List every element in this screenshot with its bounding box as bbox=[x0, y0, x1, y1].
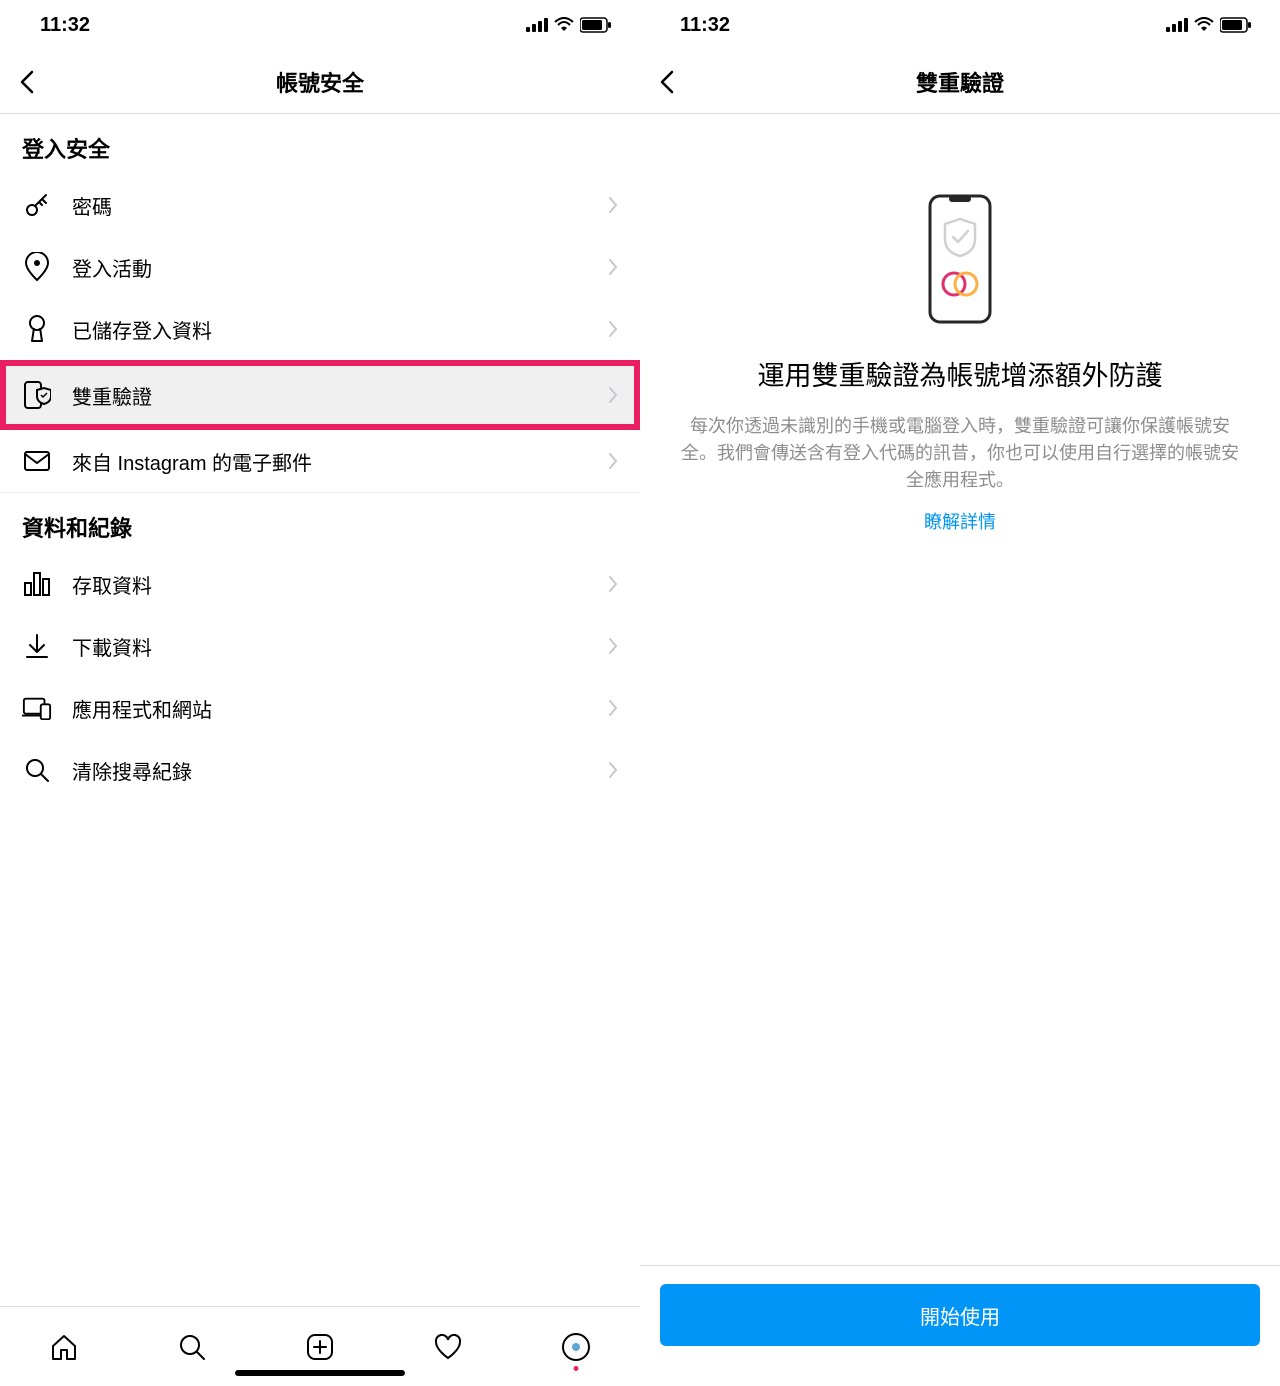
row-label: 應用程式和網站 bbox=[72, 694, 588, 723]
row-two-factor[interactable]: 雙重驗證 bbox=[6, 366, 634, 424]
row-login-activity[interactable]: 登入活動 bbox=[0, 236, 640, 298]
row-apps-websites[interactable]: 應用程式和網站 bbox=[0, 677, 640, 739]
wifi-icon bbox=[553, 17, 575, 33]
status-icons bbox=[526, 17, 612, 33]
nav-header: 帳號安全 bbox=[0, 50, 640, 114]
row-instagram-emails[interactable]: 來自 Instagram 的電子郵件 bbox=[0, 430, 640, 492]
page-title: 帳號安全 bbox=[276, 66, 364, 98]
section-header-login: 登入安全 bbox=[0, 114, 640, 174]
chevron-right-icon bbox=[608, 258, 618, 276]
chevron-right-icon bbox=[608, 575, 618, 593]
row-label: 清除搜尋紀錄 bbox=[72, 756, 588, 785]
row-download-data[interactable]: 下載資料 bbox=[0, 615, 640, 677]
chevron-right-icon bbox=[608, 452, 618, 470]
section-header-data: 資料和紀錄 bbox=[0, 493, 640, 553]
status-icons bbox=[1166, 17, 1252, 33]
chevron-right-icon bbox=[608, 761, 618, 779]
row-label: 下載資料 bbox=[72, 632, 588, 661]
wifi-icon bbox=[1193, 17, 1215, 33]
row-password[interactable]: 密碼 bbox=[0, 174, 640, 236]
phone-shield-illustration bbox=[925, 194, 995, 324]
row-saved-login[interactable]: 已儲存登入資料 bbox=[0, 298, 640, 360]
start-button[interactable]: 開始使用 bbox=[660, 1284, 1260, 1346]
content-area: 運用雙重驗證為帳號增添額外防護 每次你透過未識別的手機或電腦登入時，雙重驗證可讓… bbox=[640, 114, 1280, 1386]
chevron-right-icon bbox=[608, 637, 618, 655]
two-factor-heading: 運用雙重驗證為帳號增添額外防護 bbox=[758, 354, 1163, 393]
signal-icon bbox=[1166, 18, 1188, 32]
chevron-right-icon bbox=[608, 320, 618, 338]
two-factor-description: 每次你透過未識別的手機或電腦登入時，雙重驗證可讓你保護帳號安全。我們會傳送含有登… bbox=[670, 413, 1250, 494]
chevron-right-icon bbox=[608, 386, 618, 404]
chevron-right-icon bbox=[608, 699, 618, 717]
signal-icon bbox=[526, 18, 548, 32]
nav-add[interactable] bbox=[304, 1331, 336, 1363]
notification-dot bbox=[574, 1366, 579, 1371]
back-button[interactable] bbox=[20, 67, 50, 97]
row-label: 存取資料 bbox=[72, 570, 588, 599]
home-indicator bbox=[235, 1370, 405, 1376]
status-time: 11:32 bbox=[40, 14, 90, 37]
row-label: 來自 Instagram 的電子郵件 bbox=[72, 447, 588, 476]
start-button-label: 開始使用 bbox=[920, 1301, 1000, 1330]
page-title: 雙重驗證 bbox=[916, 66, 1004, 98]
row-label: 登入活動 bbox=[72, 253, 588, 282]
divider bbox=[640, 1265, 1280, 1266]
back-button[interactable] bbox=[660, 67, 690, 97]
row-label: 已儲存登入資料 bbox=[72, 315, 588, 344]
mail-icon bbox=[22, 446, 52, 476]
profile-icon bbox=[561, 1332, 591, 1362]
chevron-left-icon bbox=[20, 70, 34, 94]
chevron-left-icon bbox=[660, 70, 674, 94]
nav-activity[interactable] bbox=[432, 1331, 464, 1363]
download-icon bbox=[22, 631, 52, 661]
status-bar: 11:32 bbox=[0, 0, 640, 50]
row-label: 雙重驗證 bbox=[72, 381, 588, 410]
status-bar: 11:32 bbox=[640, 0, 1280, 50]
search-icon bbox=[22, 755, 52, 785]
row-two-factor-highlighted: 雙重驗證 bbox=[0, 360, 640, 430]
chevron-right-icon bbox=[608, 196, 618, 214]
phone-shield-icon bbox=[22, 380, 52, 410]
nav-search[interactable] bbox=[176, 1331, 208, 1363]
search-icon bbox=[178, 1333, 206, 1361]
home-icon bbox=[49, 1332, 79, 1362]
nav-header: 雙重驗證 bbox=[640, 50, 1280, 114]
devices-icon bbox=[22, 693, 52, 723]
status-time: 11:32 bbox=[680, 14, 730, 37]
key-icon bbox=[22, 190, 52, 220]
nav-profile[interactable] bbox=[560, 1331, 592, 1363]
row-clear-search[interactable]: 清除搜尋紀錄 bbox=[0, 739, 640, 801]
keyhole-icon bbox=[22, 314, 52, 344]
location-pin-icon bbox=[22, 252, 52, 282]
add-icon bbox=[306, 1333, 334, 1361]
learn-more-link[interactable]: 瞭解詳情 bbox=[924, 508, 996, 534]
nav-home[interactable] bbox=[48, 1331, 80, 1363]
bar-chart-icon bbox=[22, 569, 52, 599]
heart-icon bbox=[433, 1333, 463, 1361]
row-label: 密碼 bbox=[72, 191, 588, 220]
battery-icon bbox=[1220, 17, 1252, 33]
row-access-data[interactable]: 存取資料 bbox=[0, 553, 640, 615]
battery-icon bbox=[580, 17, 612, 33]
